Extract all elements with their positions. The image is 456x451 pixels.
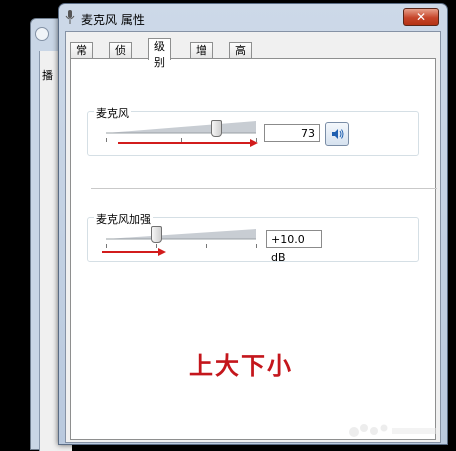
close-button[interactable]: ✕ bbox=[403, 8, 439, 26]
microphone-slider-thumb[interactable] bbox=[211, 120, 222, 137]
tab-enhancements[interactable]: 增强 bbox=[190, 42, 213, 73]
microphone-icon bbox=[65, 10, 75, 24]
microphone-label: 麦克风 bbox=[94, 105, 131, 121]
levels-panel: 麦克风 73 麦克风加强 +10.0 dB 上大下小 bbox=[70, 58, 437, 440]
dialog-frame: 常规 侦听 级别 增强 高级 麦克风 73 bbox=[65, 31, 441, 443]
boost-group: 麦克风加强 +10.0 dB bbox=[87, 211, 419, 264]
annotation-text: 上大下小 bbox=[189, 351, 293, 380]
boost-slider-tick bbox=[256, 244, 257, 248]
boost-level-value[interactable]: +10.0 dB bbox=[266, 230, 322, 264]
annotation-arrow-microphone bbox=[118, 139, 258, 147]
separator bbox=[91, 188, 437, 189]
properties-window: 麦克风 属性 ✕ 常规 侦听 级别 增强 高级 麦克风 73 bbox=[58, 3, 448, 445]
tab-levels[interactable]: 级别 bbox=[148, 38, 171, 69]
boost-label: 麦克风加强 bbox=[94, 211, 153, 227]
tab-advanced[interactable]: 高级 bbox=[229, 42, 252, 73]
boost-slider-track[interactable] bbox=[106, 227, 256, 241]
background-window-tab[interactable]: 播 bbox=[42, 67, 53, 83]
watermark-paw-icon bbox=[349, 424, 436, 437]
annotation-arrow-boost bbox=[102, 248, 166, 256]
microphone-level-value[interactable]: 73 bbox=[264, 124, 320, 142]
title-bar[interactable]: 麦克风 属性 ✕ bbox=[59, 4, 447, 32]
background-window-icon bbox=[35, 27, 49, 41]
boost-slider-thumb[interactable] bbox=[151, 226, 162, 243]
window-title: 麦克风 属性 bbox=[81, 13, 145, 27]
mute-button[interactable] bbox=[325, 122, 349, 146]
microphone-slider-track[interactable] bbox=[106, 121, 256, 135]
boost-slider-tick bbox=[206, 244, 207, 248]
microphone-group: 麦克风 73 bbox=[87, 105, 419, 156]
tab-listen[interactable]: 侦听 bbox=[109, 42, 132, 73]
tab-general[interactable]: 常规 bbox=[70, 42, 93, 73]
speaker-icon bbox=[332, 129, 344, 139]
microphone-slider-tick bbox=[106, 138, 107, 142]
